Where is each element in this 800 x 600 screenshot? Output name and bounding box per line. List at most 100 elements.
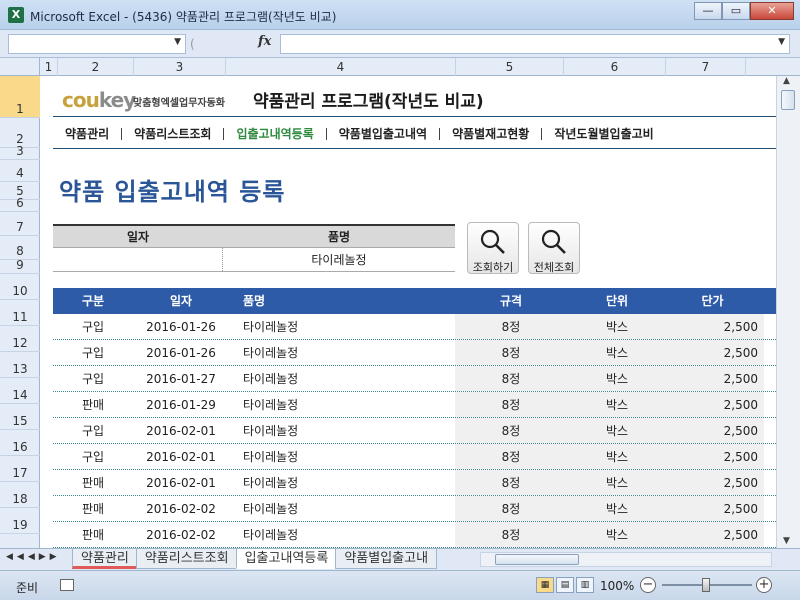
cell-price[interactable]: 2,500 [667,470,764,495]
cell-unit[interactable]: 박스 [567,340,667,365]
column-header[interactable]: 7 [666,58,746,76]
search-date-input[interactable] [53,248,223,271]
cell-date[interactable]: 2016-01-27 [133,366,229,391]
cell-spec[interactable]: 8정 [455,340,567,365]
formula-input[interactable]: ▼ [280,34,790,54]
row-header[interactable]: 12 [0,326,40,352]
row-header[interactable]: 7 [0,212,40,236]
cell-name[interactable]: 타이레놀정 [229,496,455,521]
table-row[interactable]: 판매 2016-01-29 타이레놀정 8정 박스 2,500 [53,392,776,418]
cell-price[interactable]: 2,500 [667,392,764,417]
page-break-view-button[interactable]: ▥ [576,577,594,593]
cell-type[interactable]: 판매 [53,392,133,417]
minimize-button[interactable]: — [694,2,722,20]
cell-type[interactable]: 구입 [53,366,133,391]
cell-spec[interactable]: 8정 [455,418,567,443]
cell-unit[interactable]: 박스 [567,522,667,547]
cell-name[interactable]: 타이레놀정 [229,314,455,339]
cell-type[interactable]: 구입 [53,314,133,339]
cell-price[interactable]: 2,500 [667,340,764,365]
column-header[interactable]: 3 [134,58,226,76]
cell-type[interactable]: 판매 [53,496,133,521]
cell-date[interactable]: 2016-02-02 [133,522,229,547]
cell-unit[interactable]: 박스 [567,392,667,417]
cell-name[interactable]: 타이레놀정 [229,470,455,495]
excel-app-icon[interactable]: X [8,7,24,23]
cell-price[interactable]: 2,500 [667,522,764,547]
close-button[interactable]: ✕ [750,2,794,20]
scroll-thumb[interactable] [781,90,795,110]
cell-name[interactable]: 타이레놀정 [229,366,455,391]
cell-name[interactable]: 타이레놀정 [229,392,455,417]
page-layout-view-button[interactable]: ▤ [556,577,574,593]
row-header[interactable]: 8 [0,236,40,260]
select-all-corner[interactable] [0,58,40,76]
cell-name[interactable]: 타이레놀정 [229,444,455,469]
cell-type[interactable]: 판매 [53,522,133,547]
row-header[interactable]: 6 [0,196,40,212]
search-item-input[interactable]: 타이레놀정 [223,248,455,271]
macro-record-icon[interactable] [60,579,74,591]
cell-date[interactable]: 2016-01-29 [133,392,229,417]
maximize-button[interactable]: ▭ [722,2,750,20]
row-header[interactable]: 16 [0,430,40,456]
table-row[interactable]: 구입 2016-01-27 타이레놀정 8정 박스 2,500 [53,366,776,392]
query-button[interactable]: 조회하기 [467,222,519,274]
cell-price[interactable]: 2,500 [667,314,764,339]
row-header[interactable]: 3 [0,144,40,160]
cell-price[interactable]: 2,500 [667,444,764,469]
row-header[interactable]: 19 [0,508,40,534]
cell-spec[interactable]: 8정 [455,522,567,547]
view-all-button[interactable]: 전체조회 [528,222,580,274]
worksheet[interactable]: coukey 맞춤형엑셀업무자동화 약품관리 프로그램(작년도 비교) 약품관리… [41,76,776,548]
cell-unit[interactable]: 박스 [567,418,667,443]
nav-item[interactable]: 작년도월별입출고비 [542,128,665,140]
vertical-scrollbar[interactable]: ▲ ▼ [776,76,800,548]
cell-name[interactable]: 타이레놀정 [229,340,455,365]
nav-item[interactable]: 약품별입출고내역 [327,128,441,140]
zoom-out-button[interactable]: − [640,577,656,593]
cell-type[interactable]: 구입 [53,340,133,365]
cell-price[interactable]: 2,500 [667,418,764,443]
table-row[interactable]: 판매 2016-02-01 타이레놀정 8정 박스 2,500 [53,470,776,496]
cell-spec[interactable]: 8정 [455,392,567,417]
row-header[interactable]: 17 [0,456,40,482]
column-header[interactable]: 6 [564,58,666,76]
column-header[interactable]: 5 [456,58,564,76]
cell-name[interactable]: 타이레놀정 [229,522,455,547]
table-row[interactable]: 구입 2016-01-26 타이레놀정 8정 박스 2,500 [53,314,776,340]
cell-date[interactable]: 2016-01-26 [133,340,229,365]
row-header[interactable]: 11 [0,300,40,326]
sheet-tab[interactable]: 약품별입출고내 [335,549,438,569]
table-row[interactable]: 구입 2016-02-01 타이레놀정 8정 박스 2,500 [53,444,776,470]
row-header[interactable]: 9 [0,258,40,274]
cell-date[interactable]: 2016-01-26 [133,314,229,339]
zoom-slider-thumb[interactable] [702,578,710,592]
cell-spec[interactable]: 8정 [455,496,567,521]
table-row[interactable]: 판매 2016-02-02 타이레놀정 8정 박스 2,500 [53,522,776,548]
sheet-tab[interactable]: 약품리스트조회 [135,549,238,569]
scroll-up-icon[interactable]: ▲ [783,76,790,86]
chevron-down-icon[interactable]: ▼ [174,37,181,47]
cell-spec[interactable]: 8정 [455,444,567,469]
nav-item[interactable]: 약품관리 [53,128,123,140]
row-header[interactable]: 4 [0,160,40,182]
nav-item[interactable]: 약품별재고현황 [440,128,543,140]
nav-item[interactable]: 입출고내역등록 [224,128,327,140]
cell-price[interactable]: 2,500 [667,496,764,521]
row-header[interactable]: 14 [0,378,40,404]
cell-unit[interactable]: 박스 [567,470,667,495]
row-header[interactable]: 10 [0,274,40,300]
hscroll-thumb[interactable] [495,554,579,565]
cell-spec[interactable]: 8정 [455,314,567,339]
cell-unit[interactable]: 박스 [567,496,667,521]
cell-unit[interactable]: 박스 [567,314,667,339]
zoom-in-button[interactable]: + [756,577,772,593]
sheet-tab[interactable]: 약품관리 [72,549,138,569]
formula-bar-handle[interactable]: ( [190,34,260,54]
cell-type[interactable]: 구입 [53,418,133,443]
row-header[interactable]: 18 [0,482,40,508]
cell-unit[interactable]: 박스 [567,366,667,391]
zoom-level[interactable]: 100% [600,579,634,593]
row-header[interactable]: 13 [0,352,40,378]
